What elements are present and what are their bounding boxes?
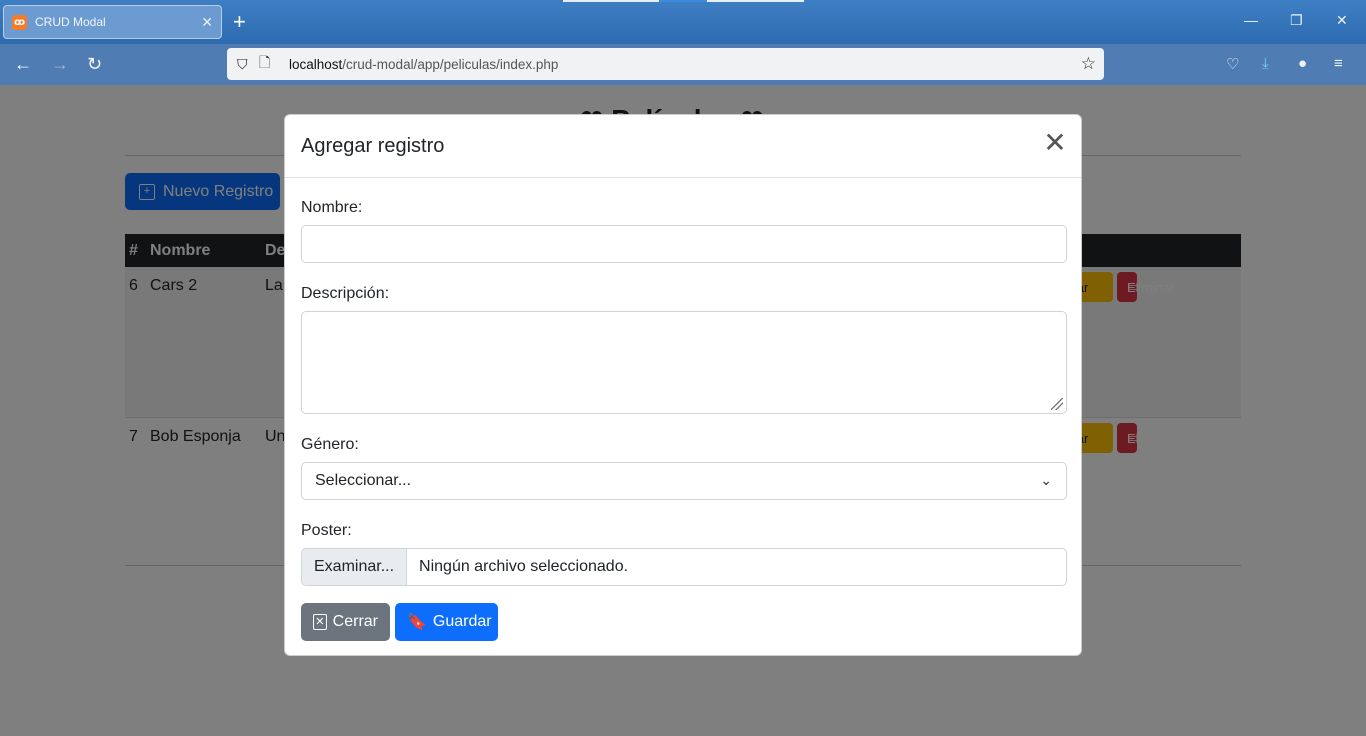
browser-tab[interactable]: ꝏ CRUD Modal ✕ — [3, 5, 222, 39]
descripcion-label: Descripción: — [301, 285, 390, 302]
minimize-icon[interactable]: — — [1244, 12, 1258, 28]
address-bar[interactable]: ⛉ 🗋 localhost /crud-modal/app/peliculas/… — [227, 48, 1104, 80]
xampp-icon: ꝏ — [12, 14, 27, 30]
genero-label: Género: — [301, 436, 359, 453]
new-tab-button[interactable]: + — [233, 9, 246, 35]
download-icon[interactable]: ⤓ — [1262, 55, 1269, 72]
nombre-label: Nombre: — [301, 199, 363, 216]
save-label: Guardar — [432, 613, 492, 630]
pocket-icon[interactable]: ♡ — [1226, 55, 1239, 73]
menu-icon[interactable]: ≡ — [1334, 55, 1343, 72]
forward-icon[interactable]: → — [51, 54, 69, 74]
restore-icon[interactable]: ❐ — [1290, 12, 1303, 29]
drag-indicator — [707, 0, 804, 2]
genero-select[interactable]: Seleccionar... ⌄ — [301, 462, 1067, 500]
browser-titlebar: ꝏ CRUD Modal ✕ + — ❐ ✕ — [0, 0, 1366, 44]
avatar[interactable]: ● — [1298, 55, 1307, 72]
shield-icon[interactable]: ⛉ — [237, 56, 259, 73]
close-window-icon[interactable]: ✕ — [1336, 12, 1348, 29]
page-info-icon[interactable]: 🗋 — [259, 52, 281, 76]
chevron-down-icon: ⌄ — [1040, 472, 1052, 488]
cancel-button[interactable]: ✕ Cerrar — [301, 603, 390, 641]
url-path: /crud-modal/app/peliculas/index.php — [342, 56, 559, 72]
cancel-label: Cerrar — [332, 613, 378, 630]
nombre-input[interactable] — [301, 225, 1067, 263]
bookmark-icon: 🔖 — [407, 614, 427, 631]
descripcion-textarea[interactable] — [301, 311, 1067, 414]
add-record-modal: Agregar registro ✕ Nombre: Descripción: … — [284, 114, 1082, 656]
close-icon[interactable]: ✕ — [1043, 129, 1067, 157]
drag-indicator — [563, 0, 659, 2]
close-tab-icon[interactable]: ✕ — [201, 14, 213, 31]
modal-title: Agregar registro — [301, 135, 445, 157]
save-button[interactable]: 🔖 Guardar — [395, 603, 498, 641]
resize-handle-icon[interactable] — [1051, 398, 1063, 410]
poster-file-input[interactable]: Examinar... Ningún archivo seleccionado. — [301, 548, 1067, 586]
reload-icon[interactable]: ↻ — [87, 54, 102, 74]
x-square-icon: ✕ — [313, 614, 327, 630]
browse-button[interactable]: Examinar... — [302, 549, 408, 585]
tab-title: CRUD Modal — [35, 15, 106, 29]
back-icon[interactable]: ← — [14, 54, 32, 74]
genero-selected-value: Seleccionar... — [315, 472, 412, 489]
poster-label: Poster: — [301, 522, 352, 539]
bookmark-star-icon[interactable]: ☆ — [1081, 54, 1096, 74]
file-status: Ningún archivo seleccionado. — [419, 558, 629, 575]
modal-header: Agregar registro ✕ — [285, 115, 1081, 178]
url-host: localhost — [289, 56, 343, 72]
drag-indicator — [659, 0, 707, 2]
